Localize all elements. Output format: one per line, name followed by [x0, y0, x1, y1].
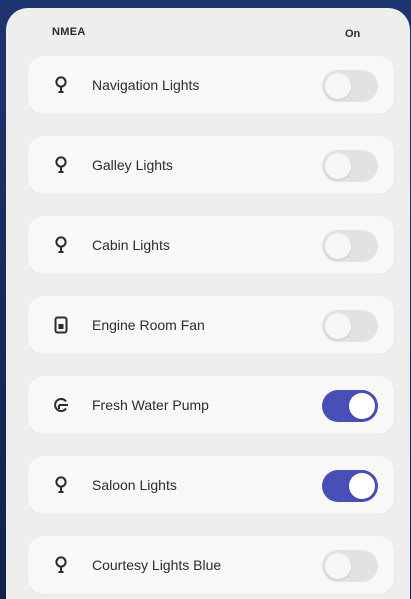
device-label: Courtesy Lights Blue	[92, 557, 222, 573]
lightbulb-icon	[52, 76, 70, 94]
toggle-switch[interactable]	[322, 230, 378, 262]
lightbulb-icon	[52, 236, 70, 254]
device-row-engine-room-fan: Engine Room Fan	[28, 296, 394, 354]
device-row-navigation-lights: Navigation Lights	[28, 56, 394, 114]
toggle-knob	[325, 153, 351, 179]
toggle-switch[interactable]	[322, 470, 378, 502]
toggle-knob	[349, 393, 375, 419]
toggle-switch[interactable]	[322, 150, 378, 182]
toggle-switch[interactable]	[322, 390, 378, 422]
header-on-label: On	[345, 28, 361, 40]
toggle-knob	[325, 233, 351, 259]
toggle-knob	[349, 473, 375, 499]
device-label: Saloon Lights	[92, 477, 177, 493]
nmea-panel: NMEA On Navigation Lights Galley Lights …	[6, 8, 410, 599]
device-list: Navigation Lights Galley Lights Cabin Li…	[28, 56, 394, 599]
device-row-fresh-water-pump: Fresh Water Pump	[28, 376, 394, 434]
device-label: Galley Lights	[92, 157, 173, 173]
toggle-switch[interactable]	[322, 310, 378, 342]
water-pump-icon	[52, 396, 70, 414]
device-row-courtesy-lights-blue: Courtesy Lights Blue	[28, 536, 394, 594]
lightbulb-icon	[52, 556, 70, 574]
device-label: Cabin Lights	[92, 237, 170, 253]
fan-device-icon	[52, 316, 70, 334]
lightbulb-icon	[52, 476, 70, 494]
panel-header: NMEA On	[6, 8, 410, 52]
device-row-galley-lights: Galley Lights	[28, 136, 394, 194]
device-label: Navigation Lights	[92, 77, 200, 93]
device-row-saloon-lights: Saloon Lights	[28, 456, 394, 514]
header-title: NMEA	[52, 26, 86, 38]
device-row-cabin-lights: Cabin Lights	[28, 216, 394, 274]
device-label: Engine Room Fan	[92, 317, 205, 333]
toggle-switch[interactable]	[322, 70, 378, 102]
toggle-switch[interactable]	[322, 550, 378, 582]
toggle-knob	[325, 73, 351, 99]
device-label: Fresh Water Pump	[92, 397, 209, 413]
toggle-knob	[325, 553, 351, 579]
lightbulb-icon	[52, 156, 70, 174]
toggle-knob	[325, 313, 351, 339]
